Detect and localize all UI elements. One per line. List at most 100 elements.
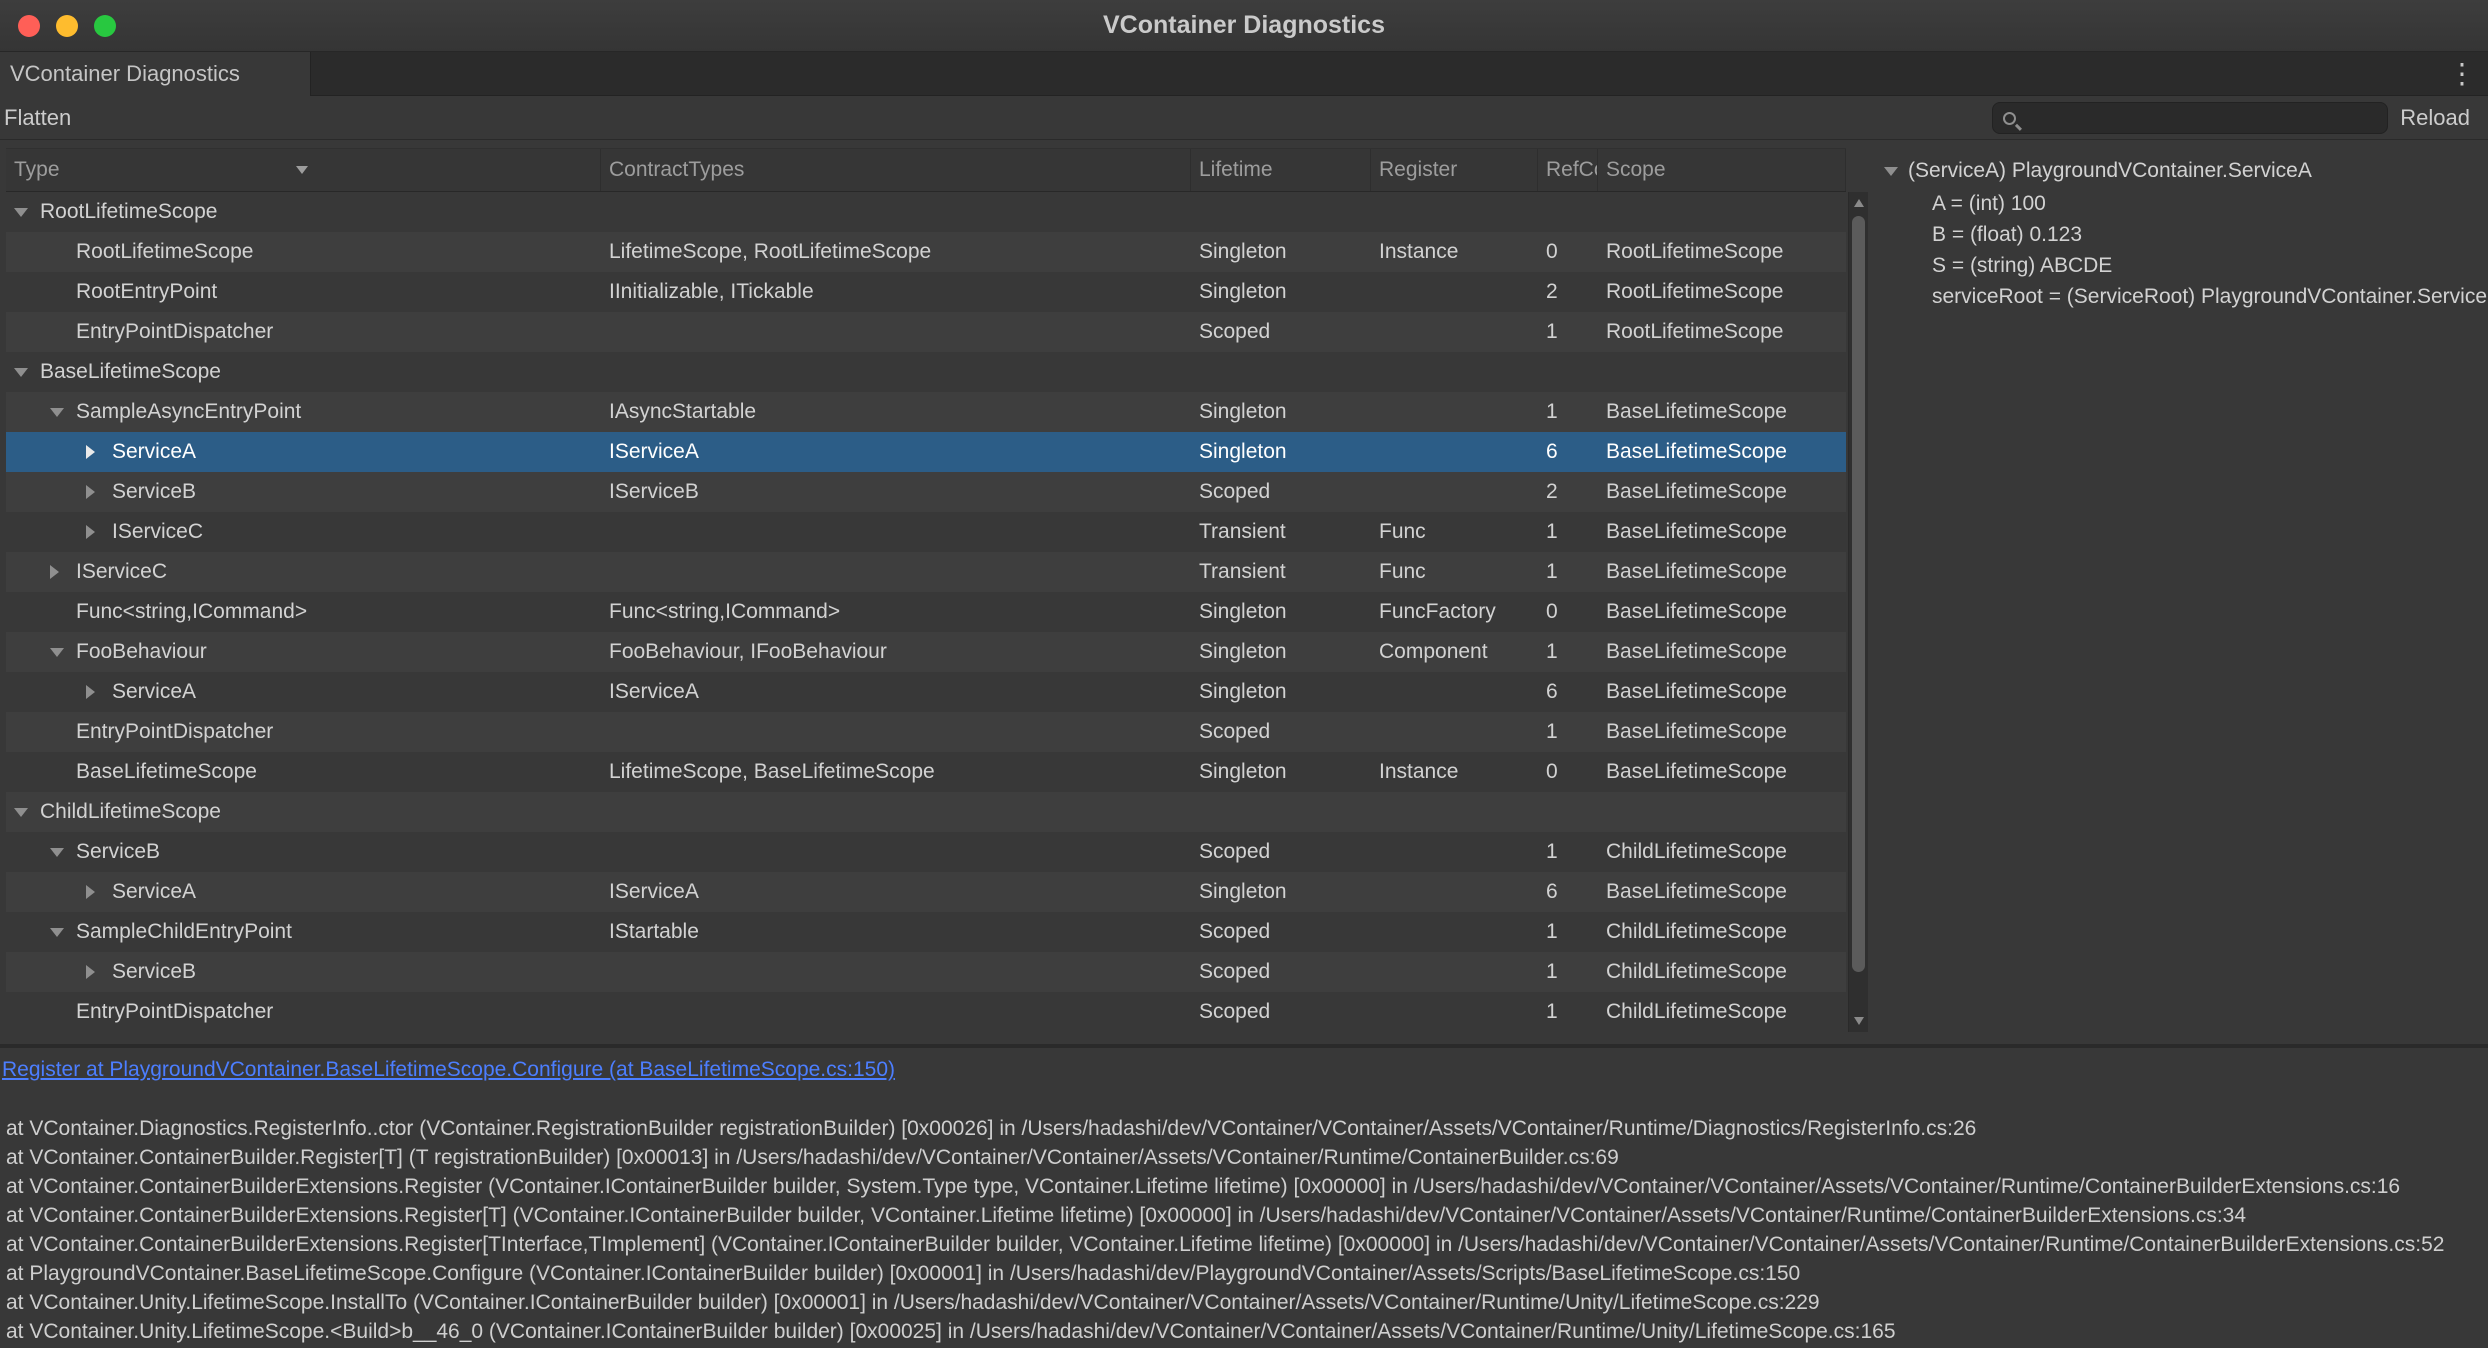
toolbar: Flatten Reload: [0, 96, 2488, 140]
foldout-spacer: [50, 592, 76, 632]
table-row[interactable]: ServiceAIServiceASingleton6BaseLifetimeS…: [6, 432, 1846, 472]
row-type-cell: RootLifetimeScope: [6, 192, 601, 232]
reload-button[interactable]: Reload: [2388, 96, 2482, 140]
foldout-expanded-icon[interactable]: [50, 392, 76, 432]
foldout-expanded-icon[interactable]: [1884, 167, 1908, 176]
table-row[interactable]: BaseLifetimeScopeLifetimeScope, BaseLife…: [6, 752, 1846, 792]
column-header-scope[interactable]: Scope: [1598, 149, 1846, 191]
foldout-expanded-icon[interactable]: [50, 632, 76, 672]
minimize-button[interactable]: [56, 15, 78, 37]
table-row[interactable]: FooBehaviourFooBehaviour, IFooBehaviourS…: [6, 632, 1846, 672]
row-scope: BaseLifetimeScope: [1598, 472, 1846, 512]
row-refcount: [1538, 352, 1598, 392]
detail-title-row[interactable]: (ServiceA) PlaygroundVContainer.ServiceA: [1884, 154, 2488, 188]
row-type-label: ServiceA: [112, 872, 196, 912]
table-row[interactable]: BaseLifetimeScope: [6, 352, 1846, 392]
scroll-up-arrow-icon[interactable]: [1849, 194, 1869, 212]
foldout-collapsed-icon[interactable]: [86, 672, 112, 712]
zoom-button[interactable]: [94, 15, 116, 37]
row-type-cell: ChildLifetimeScope: [6, 792, 601, 832]
row-register: [1371, 192, 1538, 232]
foldout-spacer: [50, 232, 76, 272]
table-row[interactable]: IServiceCTransientFunc1BaseLifetimeScope: [6, 552, 1846, 592]
stack-trace-line: at VContainer.ContainerBuilderExtensions…: [6, 1201, 2488, 1230]
row-scope: ChildLifetimeScope: [1598, 952, 1846, 992]
foldout-collapsed-icon[interactable]: [86, 872, 112, 912]
row-lifetime: Transient: [1191, 552, 1371, 592]
foldout-collapsed-icon[interactable]: [86, 512, 112, 552]
row-contracttypes: [601, 832, 1191, 872]
table-row[interactable]: ServiceBIServiceBScoped2BaseLifetimeScop…: [6, 472, 1846, 512]
table-row[interactable]: EntryPointDispatcherScoped1BaseLifetimeS…: [6, 712, 1846, 752]
column-header-lifetime[interactable]: Lifetime: [1191, 149, 1371, 191]
vertical-scrollbar[interactable]: [1848, 192, 1868, 1032]
foldout-expanded-icon[interactable]: [14, 352, 40, 392]
kebab-icon: ⋮: [2448, 60, 2476, 88]
table-row[interactable]: ServiceBScoped1ChildLifetimeScope: [6, 952, 1846, 992]
window-menu-button[interactable]: ⋮: [2442, 52, 2482, 96]
row-refcount: 0: [1538, 232, 1598, 272]
row-register: Instance: [1371, 232, 1538, 272]
row-refcount: 2: [1538, 472, 1598, 512]
table-row[interactable]: RootLifetimeScopeLifetimeScope, RootLife…: [6, 232, 1846, 272]
table-row[interactable]: ServiceAIServiceASingleton6BaseLifetimeS…: [6, 872, 1846, 912]
flatten-toggle-button[interactable]: Flatten: [0, 96, 85, 140]
row-type-label: BaseLifetimeScope: [40, 352, 221, 392]
column-header-type[interactable]: Type: [6, 149, 601, 191]
foldout-expanded-icon[interactable]: [14, 192, 40, 232]
detail-title: (ServiceA) PlaygroundVContainer.ServiceA: [1908, 159, 2312, 183]
search-input[interactable]: [2024, 107, 2377, 130]
table-row[interactable]: RootLifetimeScope: [6, 192, 1846, 232]
row-lifetime: [1191, 192, 1371, 232]
table-row[interactable]: ServiceAIServiceASingleton6BaseLifetimeS…: [6, 672, 1846, 712]
stack-trace-line: at VContainer.ContainerBuilder.Register[…: [6, 1143, 2488, 1172]
row-lifetime: Scoped: [1191, 832, 1371, 872]
foldout-collapsed-icon[interactable]: [86, 432, 112, 472]
stack-trace-line: at VContainer.ContainerBuilderExtensions…: [6, 1172, 2488, 1201]
table-row[interactable]: EntryPointDispatcherScoped1ChildLifetime…: [6, 992, 1846, 1032]
column-header-refcount[interactable]: RefCount: [1538, 149, 1598, 191]
row-register: [1371, 672, 1538, 712]
column-header-register[interactable]: Register: [1371, 149, 1538, 191]
column-header-contracttypes[interactable]: ContractTypes: [601, 149, 1191, 191]
detail-property: serviceRoot = (ServiceRoot) PlaygroundVC…: [1884, 281, 2488, 312]
table-row[interactable]: RootEntryPointIInitializable, ITickableS…: [6, 272, 1846, 312]
table-row[interactable]: ServiceBScoped1ChildLifetimeScope: [6, 832, 1846, 872]
table-header: TypeContractTypesLifetimeRegisterRefCoun…: [6, 148, 1846, 192]
foldout-expanded-icon[interactable]: [50, 912, 76, 952]
tree-body: RootLifetimeScopeRootLifetimeScopeLifeti…: [6, 192, 1846, 1032]
table-row[interactable]: Func<string,ICommand>Func<string,IComman…: [6, 592, 1846, 632]
row-refcount: 1: [1538, 992, 1598, 1032]
foldout-expanded-icon[interactable]: [50, 832, 76, 872]
row-refcount: 6: [1538, 432, 1598, 472]
foldout-expanded-icon[interactable]: [14, 792, 40, 832]
tab-bar: VContainer Diagnostics ⋮: [0, 52, 2488, 96]
table-row[interactable]: ChildLifetimeScope: [6, 792, 1846, 832]
close-button[interactable]: [18, 15, 40, 37]
row-type-label: RootLifetimeScope: [76, 232, 253, 272]
table-row[interactable]: EntryPointDispatcherScoped1RootLifetimeS…: [6, 312, 1846, 352]
table-row[interactable]: SampleAsyncEntryPointIAsyncStartableSing…: [6, 392, 1846, 432]
search-icon: [2003, 112, 2016, 125]
row-contracttypes: [601, 312, 1191, 352]
row-type-label: ServiceA: [112, 672, 196, 712]
row-type-cell: RootEntryPoint: [6, 272, 601, 312]
row-lifetime: Singleton: [1191, 672, 1371, 712]
row-contracttypes: [601, 952, 1191, 992]
row-contracttypes: [601, 992, 1191, 1032]
foldout-collapsed-icon[interactable]: [86, 472, 112, 512]
register-source-link[interactable]: Register at PlaygroundVContainer.BaseLif…: [2, 1058, 895, 1082]
row-scope: BaseLifetimeScope: [1598, 592, 1846, 632]
scrollbar-thumb[interactable]: [1852, 216, 1865, 972]
table-row[interactable]: SampleChildEntryPointIStartableScoped1Ch…: [6, 912, 1846, 952]
table-row[interactable]: IServiceCTransientFunc1BaseLifetimeScope: [6, 512, 1846, 552]
row-scope: BaseLifetimeScope: [1598, 632, 1846, 672]
row-refcount: 1: [1538, 712, 1598, 752]
foldout-collapsed-icon[interactable]: [86, 952, 112, 992]
search-field[interactable]: [1992, 102, 2388, 134]
tab-vcontainer-diagnostics[interactable]: VContainer Diagnostics: [0, 52, 311, 96]
row-type-label: ServiceA: [112, 432, 196, 472]
scroll-down-arrow-icon[interactable]: [1849, 1012, 1869, 1030]
foldout-collapsed-icon[interactable]: [50, 552, 76, 592]
row-type-cell: RootLifetimeScope: [6, 232, 601, 272]
